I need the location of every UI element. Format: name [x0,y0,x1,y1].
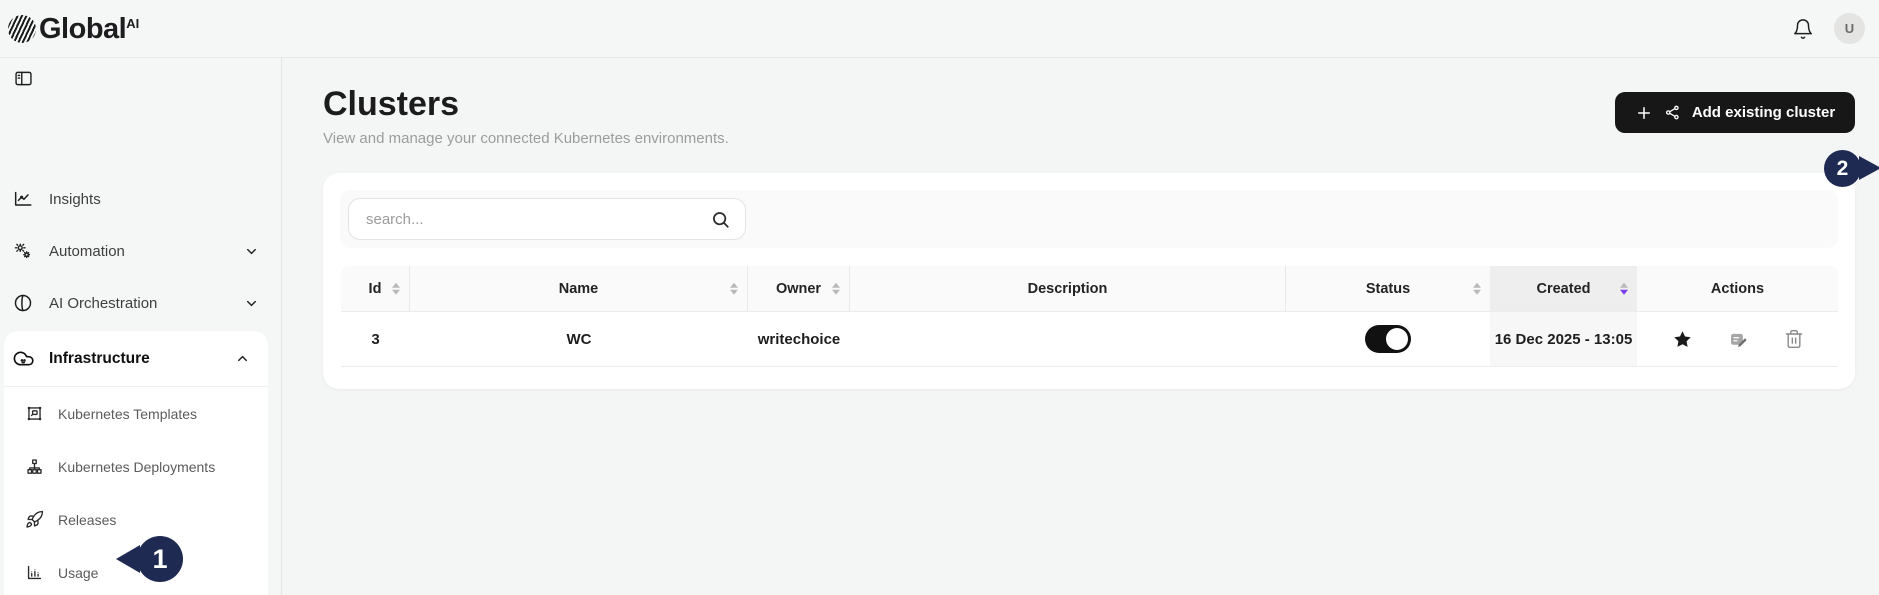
plus-icon [1635,104,1653,122]
sidebar-item-label: Releases [58,512,116,528]
add-existing-cluster-label: Add existing cluster [1692,104,1835,121]
sidebar: Insights Automation [0,58,282,595]
sidebar-item-infrastructure[interactable]: Infrastructure [4,331,268,386]
sort-icon[interactable] [1473,282,1481,295]
template-frame-icon [25,404,44,423]
sidebar-item-releases[interactable]: Releases [4,493,268,546]
sidebar-item-label: Kubernetes Deployments [58,459,215,475]
page-subtitle: View and manage your connected Kubernete… [323,130,729,147]
gears-icon [12,240,34,262]
cell-description [850,312,1286,366]
app-root: Global AI U [0,0,1879,595]
column-header-actions: Actions [1637,266,1838,311]
sort-icon[interactable] [832,282,840,295]
clusters-table: Id Name Owner Description [341,266,1838,367]
edit-icon[interactable] [1728,329,1749,350]
sidebar-item-insights[interactable]: Insights [0,173,281,225]
chevron-down-icon [244,244,259,259]
annotation-step-1-badge: 1 [137,536,183,582]
user-avatar[interactable]: U [1834,13,1865,44]
logo-globe-icon [8,15,36,43]
column-header-created[interactable]: Created [1490,266,1637,311]
cell-created: 16 Dec 2025 - 13:05 [1490,312,1637,366]
cell-actions [1637,312,1838,366]
share-network-icon [1664,104,1681,121]
logo-text: Global [39,11,126,47]
search-section [340,190,1838,248]
page-title: Clusters [323,85,459,124]
toggle-knob [1386,328,1408,350]
bar-chart-icon [25,563,44,582]
sidebar-item-label: Kubernetes Templates [58,406,197,422]
chart-line-icon [12,188,34,210]
search-input[interactable] [349,211,710,228]
cell-status [1286,312,1490,366]
sidebar-item-kubernetes-templates[interactable]: Kubernetes Templates [4,387,268,440]
search-input-wrapper [348,198,746,240]
logo: Global AI [8,11,139,47]
sidebar-item-ai-orchestration[interactable]: AI Orchestration [0,277,281,329]
sidebar-item-label: Usage [58,565,98,581]
annotation-step-2-badge: 2 [1824,150,1861,187]
sidebar-item-label: Infrastructure [49,350,150,368]
sidebar-item-label: AI Orchestration [49,295,157,312]
sidebar-nav: Insights Automation [0,173,281,595]
hierarchy-icon [25,457,44,476]
status-toggle[interactable] [1365,325,1411,353]
favorite-star-icon[interactable] [1672,329,1693,350]
chevron-up-icon [235,351,250,366]
column-header-owner[interactable]: Owner [748,266,850,311]
chevron-down-icon [244,296,259,311]
logo-superscript: AI [126,17,139,30]
notifications-bell-icon[interactable] [1792,18,1814,40]
sidebar-item-kubernetes-deployments[interactable]: Kubernetes Deployments [4,440,268,493]
cell-name: WC [410,312,748,366]
sort-icon-active[interactable] [1620,282,1628,295]
app-header: Global AI U [0,0,1879,58]
delete-trash-icon[interactable] [1784,329,1804,349]
sidebar-collapse-icon[interactable] [13,68,34,94]
rocket-icon [25,510,44,529]
table-row: 3 WC writechoice 16 Dec 2025 - 13:05 [341,312,1838,367]
column-header-id[interactable]: Id [341,266,410,311]
sort-icon[interactable] [392,282,400,295]
clusters-card: Id Name Owner Description [323,173,1855,389]
sort-icon[interactable] [730,282,738,295]
sidebar-item-automation[interactable]: Automation [0,225,281,277]
search-icon[interactable] [710,209,731,230]
sidebar-item-label: Insights [49,191,101,208]
column-header-description: Description [850,266,1286,311]
table-header-row: Id Name Owner Description [341,266,1838,312]
add-existing-cluster-button[interactable]: Add existing cluster [1615,92,1855,133]
column-header-status[interactable]: Status [1286,266,1490,311]
cell-id: 3 [341,312,410,366]
sidebar-item-label: Automation [49,243,125,260]
annotation-step-2-number: 2 [1837,157,1849,181]
cloud-icon [12,347,35,370]
annotation-step-1-number: 1 [152,544,167,575]
main-content: Clusters View and manage your connected … [282,58,1879,595]
cell-owner: writechoice [748,312,850,366]
brain-icon [12,292,34,314]
column-header-name[interactable]: Name [410,266,748,311]
